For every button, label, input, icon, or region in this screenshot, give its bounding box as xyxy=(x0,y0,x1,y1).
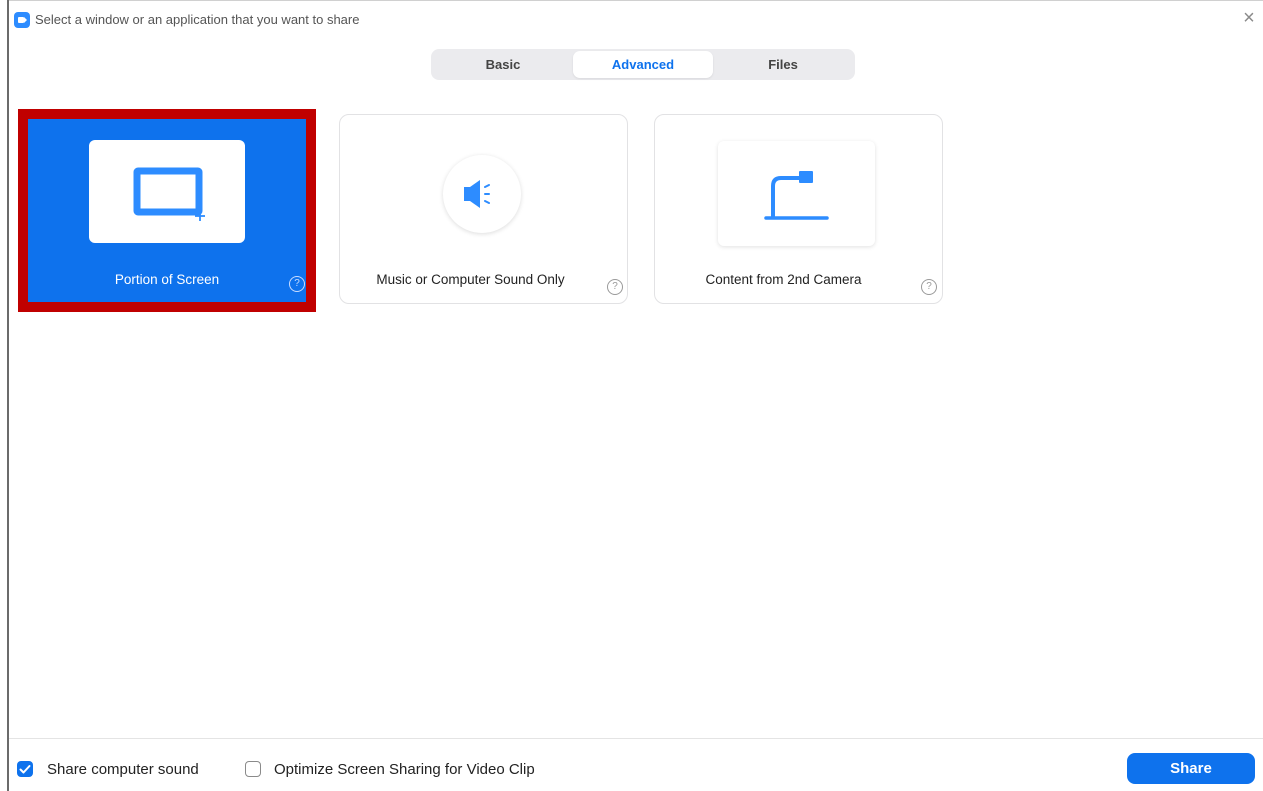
document-camera-icon-box xyxy=(718,141,875,246)
option-label-2nd-camera: Content from 2nd Camera xyxy=(705,272,862,287)
window-title: Select a window or an application that y… xyxy=(35,12,360,27)
option-content-from-2nd-camera[interactable]: Content from 2nd Camera ? xyxy=(654,114,943,304)
speaker-icon-circle xyxy=(443,155,521,233)
portion-of-screen-icon-box xyxy=(89,140,245,243)
tab-advanced[interactable]: Advanced xyxy=(573,51,713,78)
share-type-tabs: Basic Advanced Files xyxy=(431,49,855,80)
option-portion-of-screen[interactable]: Portion of Screen ? xyxy=(18,109,316,312)
tab-files[interactable]: Files xyxy=(713,51,853,78)
share-computer-sound-checkbox[interactable] xyxy=(17,761,33,777)
optimize-video-clip-checkbox[interactable] xyxy=(245,761,261,777)
optimize-video-clip-label[interactable]: Optimize Screen Sharing for Video Clip xyxy=(274,761,535,778)
option-music-or-computer-sound[interactable]: Music or Computer Sound Only ? xyxy=(339,114,628,304)
checkmark-icon xyxy=(19,765,31,774)
share-computer-sound-label[interactable]: Share computer sound xyxy=(47,761,199,778)
share-button[interactable]: Share xyxy=(1127,753,1255,784)
window-left-border xyxy=(7,0,9,791)
portion-of-screen-icon xyxy=(133,167,205,221)
option-label-portion-of-screen: Portion of Screen xyxy=(114,272,220,287)
footer-divider xyxy=(9,738,1263,739)
speaker-icon xyxy=(464,180,490,208)
document-camera-icon xyxy=(764,171,829,220)
help-icon[interactable]: ? xyxy=(289,276,305,292)
help-icon[interactable]: ? xyxy=(607,279,623,295)
zoom-camera-icon xyxy=(14,12,30,28)
close-icon[interactable]: × xyxy=(1239,8,1259,28)
option-label-music-sound: Music or Computer Sound Only xyxy=(376,272,565,287)
help-icon[interactable]: ? xyxy=(921,279,937,295)
tab-basic[interactable]: Basic xyxy=(433,51,573,78)
title-bar: Select a window or an application that y… xyxy=(9,0,1263,40)
